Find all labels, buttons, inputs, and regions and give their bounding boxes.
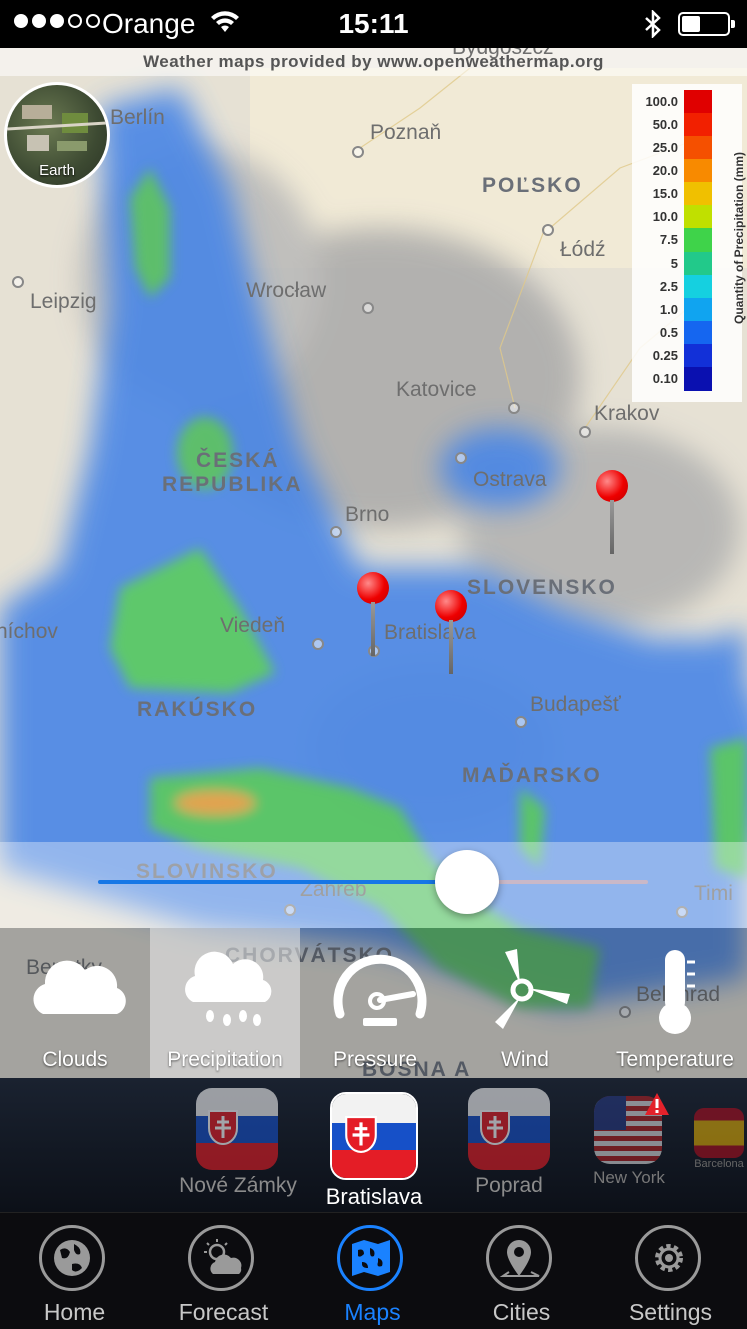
legend-value-label: 2.5 [659,278,678,294]
timeline-slider-fill [98,880,467,884]
timeline-slider-area [0,842,747,928]
gauge-icon [333,954,427,1026]
city-label-katovice: Katovice [396,378,477,401]
city-label-berlin: Berlín [110,106,165,129]
country-label-austria: RAKÚSKO [137,698,258,721]
status-bar: Orange 15:11 [0,0,747,48]
tab-label: Forecast [178,1299,269,1325]
city-label-ostrava: Ostrava [473,468,547,491]
tab-label: Maps [344,1299,401,1325]
city-label-bydgoszcz: Bydgoszcz [452,48,554,60]
country-label-hungary: MAĎARSKO [462,764,602,787]
city-chip-label: New York [593,1168,665,1187]
layer-precipitation[interactable]: Precipitation [150,928,300,1078]
city-chip-label: Nové Zámky [179,1174,297,1197]
globe-icon [54,1240,90,1276]
legend-value-label: 100.0 [645,94,678,109]
layer-label: Clouds [42,1048,108,1071]
slovakia-flag-icon [468,1088,550,1170]
map-icon [352,1240,390,1276]
spain-flag-icon [694,1108,744,1158]
layer-clouds[interactable]: Clouds [0,928,150,1078]
legend-value-label: 7.5 [659,232,678,248]
tab-cities[interactable]: Cities [447,1213,596,1329]
legend-value-label: 15.0 [652,186,678,202]
bluetooth-icon [645,10,661,38]
gear-icon [655,1244,683,1272]
thermometer-icon [659,950,695,1034]
city-label-bratislava: Bratislava [384,621,477,644]
legend-value-label: 20.0 [652,163,678,179]
layer-selector: Clouds Precipitation Pressure Wind Tempe… [0,928,747,1078]
legend-value-label: 0.10 [652,370,678,386]
city-chip-label: Barcelona [694,1158,744,1170]
city-label-lodz: Łódź [560,238,606,261]
wind-turbine-icon [495,949,570,1029]
tab-settings[interactable]: Settings [596,1213,745,1329]
precipitation-legend: 100.0 50.0 25.0 20.0 15.0 10.0 7.5 5 2.5 1.0 0.5 0.… [632,84,746,402]
city-chip-label: Bratislava [325,1184,423,1209]
clock: 15:11 [338,8,409,39]
timeline-slider[interactable] [98,850,648,914]
city-label-brno: Brno [345,503,390,526]
layer-label: Precipitation [167,1048,283,1071]
city-label-poznan: Poznaň [370,121,442,144]
layer-label: Temperature [616,1048,734,1071]
slovakia-flag-icon [330,1092,418,1180]
weather-map[interactable]: Weather maps provided by www.openweather… [0,48,747,1078]
layer-label: Wind [501,1048,549,1071]
layer-wind[interactable]: Wind [450,928,600,1078]
legend-value-label: 10.0 [652,209,678,225]
tab-forecast[interactable]: Forecast [149,1213,298,1329]
legend-value-label: 1.0 [659,301,678,317]
earth-view-button[interactable]: Earth [4,82,110,188]
country-label-czech-2: REPUBLIKA [162,473,303,496]
city-chip-label: Poprad [475,1174,543,1197]
legend-value-label: 0.5 [659,324,678,340]
tab-home[interactable]: Home [0,1213,149,1329]
layer-label: Pressure [332,1048,418,1071]
location-pin-icon [499,1240,540,1277]
country-label-poland: POĽSKO [482,174,583,197]
city-label-michov: níchov [0,620,58,643]
earth-button-label: Earth [39,162,75,179]
tab-label: Cities [492,1299,551,1325]
layer-pressure[interactable]: Pressure [300,928,450,1078]
timeline-slider-thumb[interactable] [434,850,499,914]
cloud-icon [33,960,126,1014]
map-credit: Weather maps provided by www.openweather… [0,48,747,76]
slovakia-flag-icon [196,1088,278,1170]
battery-icon [678,12,735,36]
tab-label: Settings [628,1299,713,1325]
legend-title: Quantity of Precipitation (mm) [732,152,746,324]
city-label-wroclaw: Wrocław [246,279,327,302]
alert-icon [645,1093,669,1115]
legend-value-label: 5 [670,255,678,271]
city-label-budapest: Budapešť [530,693,621,716]
rain-cloud-icon [185,951,272,1026]
tab-label: Home [43,1299,106,1325]
city-label-leipzig: Leipzig [30,290,97,313]
saved-cities-strip: Nové Zámky Bratislava Poprad New York Ba… [0,1078,747,1212]
legend-value-label: 50.0 [652,117,678,133]
legend-value-label: 0.25 [652,347,678,363]
city-label-krakov: Krakov [594,402,660,425]
country-label-slovakia: SLOVENSKO [467,576,617,599]
tab-bar: Home Forecast Maps Cities Settings [0,1212,747,1329]
tab-maps[interactable]: Maps [298,1213,447,1329]
country-label-czech-1: ČESKÁ [196,449,280,472]
legend-value-label: 25.0 [652,140,678,156]
layer-temperature[interactable]: Temperature [600,928,747,1078]
city-label-vieden: Viedeň [220,614,286,637]
sun-cloud-icon [204,1239,242,1274]
